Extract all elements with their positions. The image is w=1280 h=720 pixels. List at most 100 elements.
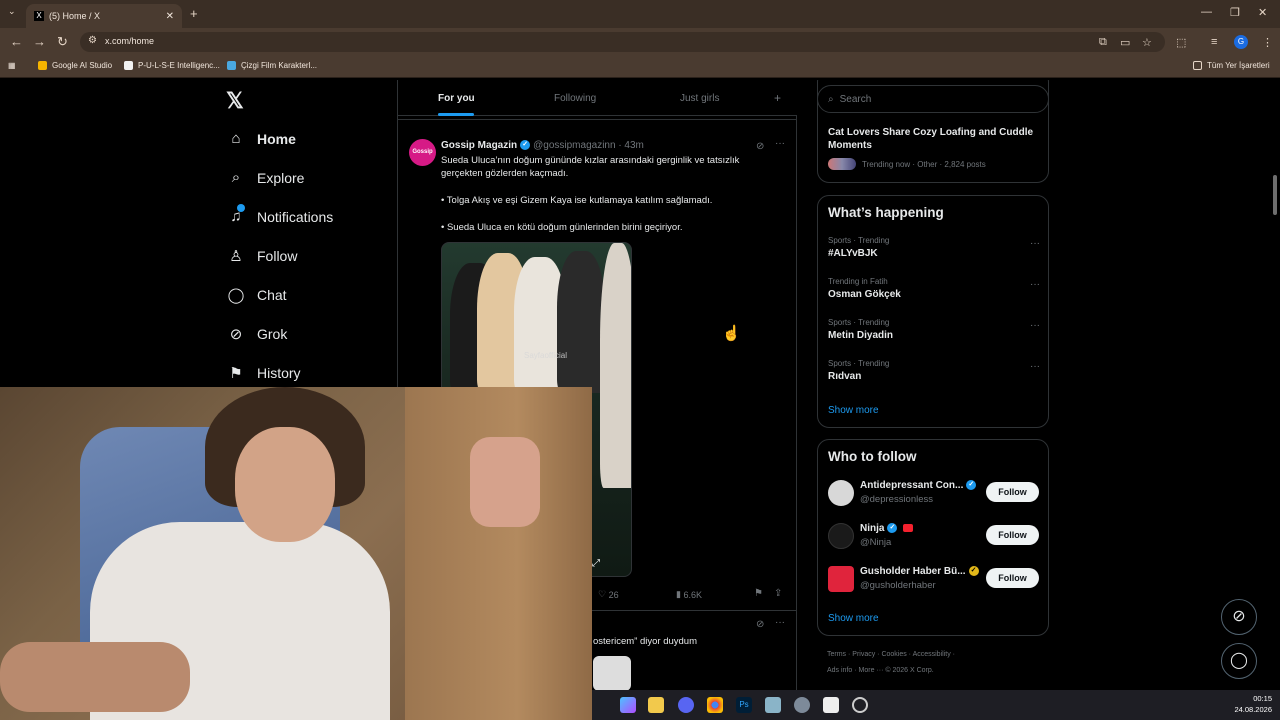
menu-icon[interactable]: ⋮ (1262, 36, 1273, 49)
post-image[interactable] (593, 656, 631, 690)
app-icon[interactable] (823, 697, 839, 713)
folder-icon (1193, 61, 1202, 70)
trend-item[interactable]: Sports · Trending #ALYvBJK ··· (828, 236, 1040, 259)
follow-suggestion[interactable]: Antidepressant Con... ✓ @depressionless F… (828, 478, 1040, 510)
chrome-icon[interactable] (707, 697, 723, 713)
minimize-icon[interactable]: — (1201, 6, 1212, 18)
scrollbar-thumb[interactable] (1273, 175, 1277, 215)
more-options-icon[interactable]: ··· (1030, 320, 1040, 331)
image-watermark: Sayfaofficial (524, 351, 567, 360)
bookmark-star-icon[interactable]: ☆ (1142, 36, 1152, 49)
copilot-icon[interactable] (620, 697, 636, 713)
grok-fab-icon[interactable]: ⊘ (1221, 599, 1257, 635)
nav-history[interactable]: ⚑ History (227, 364, 300, 382)
x-logo-icon[interactable]: 𝕏 (226, 88, 244, 114)
verified-org-icon: ✓ (968, 566, 979, 577)
bookmark-post-icon[interactable]: ⚑ (754, 588, 763, 599)
apps-icon[interactable]: ▦ (8, 61, 16, 70)
follow-button[interactable]: Follow (986, 525, 1039, 545)
reload-icon[interactable]: ↻ (57, 34, 68, 50)
nav-grok[interactable]: ⊘ Grok (227, 325, 288, 343)
browser-tab[interactable]: X (5) Home / X ✕ (26, 4, 182, 28)
url-text: x.com/home (105, 36, 155, 46)
footer-links[interactable]: Ads info · More ··· © 2026 X Corp. (827, 667, 934, 674)
discord-icon[interactable] (678, 697, 694, 713)
messages-fab-icon[interactable]: ◯ (1221, 643, 1257, 679)
browser-toolbar: ← → ↻ ⚙ x.com/home ⧉ ▭ ☆ ⬚ ≡ G ⋮ (0, 28, 1280, 56)
bookmark-icon: ⚑ (229, 365, 243, 382)
show-more-link[interactable]: Show more (828, 613, 879, 624)
mouse-cursor-icon: ☝ (722, 325, 741, 342)
grok-explain-icon[interactable]: ⊘ (756, 619, 764, 630)
tab-for-you[interactable]: For you (438, 93, 475, 104)
nav-explore[interactable]: ⌕ Explore (227, 169, 305, 186)
reading-list-icon[interactable]: ≡ (1211, 36, 1217, 48)
footer-links[interactable]: Terms · Privacy · Cookies · Accessibilit… (827, 651, 955, 658)
avatar[interactable] (828, 480, 854, 506)
avatar[interactable] (828, 523, 854, 549)
follow-suggestion[interactable]: Gusholder Haber Bü... ✓ @gusholderhaber F… (828, 564, 1040, 596)
settings-icon[interactable] (794, 697, 810, 713)
bookmark-item[interactable]: Google AI Studio (38, 61, 112, 70)
views-button[interactable]: ▮ 6.6K (676, 589, 702, 600)
tab-just-girls[interactable]: Just girls (680, 93, 719, 104)
forward-icon[interactable]: → (33, 34, 46, 49)
bookmark-item[interactable]: P-U-L-S-E Intelligenc... (124, 61, 220, 70)
maximize-icon[interactable]: ❐ (1230, 6, 1240, 19)
chat-bubble-icon: ◯ (227, 287, 245, 304)
trend-item[interactable]: Trending in Fatih Osman Gökçek ··· (828, 277, 1040, 300)
nav-home[interactable]: ⌂ Home (227, 130, 295, 147)
avatar[interactable] (828, 566, 854, 592)
all-bookmarks[interactable]: Tüm Yer İşaretleri (1193, 61, 1270, 70)
follow-button[interactable]: Follow (986, 568, 1039, 588)
back-icon[interactable]: ← (10, 34, 23, 49)
site-info-icon[interactable]: ⚙ (88, 35, 97, 46)
show-more-link[interactable]: Show more (828, 405, 879, 416)
fullscreen-icon[interactable]: ⤢ (592, 558, 600, 569)
post-author[interactable]: Gossip Magazin ✓ @gossipmagazinn · 43m (441, 140, 644, 151)
bookmark-item[interactable]: Çizgi Film Karakterl... (227, 61, 317, 70)
close-tab-icon[interactable]: ✕ (166, 11, 174, 22)
trend-item[interactable]: Sports · Trending Rıdvan ··· (828, 359, 1040, 382)
profile-avatar[interactable]: G (1234, 35, 1248, 49)
follow-suggestion[interactable]: Ninja ✓ @Ninja Follow (828, 521, 1040, 553)
system-clock[interactable]: 00:15 24.08.2026 (1222, 693, 1272, 715)
more-options-icon[interactable]: ··· (1030, 238, 1040, 249)
follow-button[interactable]: Follow (986, 482, 1039, 502)
file-explorer-icon[interactable] (648, 697, 664, 713)
tab-following[interactable]: Following (554, 93, 596, 104)
share-icon[interactable]: ⇪ (774, 588, 782, 599)
app-icon[interactable] (852, 697, 868, 713)
more-options-icon[interactable]: ··· (1030, 279, 1040, 290)
more-options-icon[interactable]: ··· (1030, 361, 1040, 372)
notification-badge (237, 204, 245, 212)
close-window-icon[interactable]: ✕ (1258, 6, 1267, 19)
nav-chat[interactable]: ◯ Chat (227, 286, 287, 304)
photoshop-icon[interactable]: Ps (736, 697, 752, 713)
translate-icon[interactable]: ⧉ (1099, 36, 1107, 49)
extensions-icon[interactable]: ⬚ (1176, 36, 1186, 49)
trending-now-card[interactable]: Cat Lovers Share Cozy Loafing and Cuddle… (817, 80, 1049, 183)
like-button[interactable]: ♡ 26 (598, 589, 619, 600)
search-icon: ⌕ (231, 169, 241, 186)
nav-follow[interactable]: ♙ Follow (227, 247, 297, 265)
more-options-icon[interactable]: ··· (775, 138, 785, 149)
post-text: ostericem” diyor duydum (593, 636, 698, 647)
person-add-icon: ♙ (229, 248, 243, 265)
grok-explain-icon[interactable]: ⊘ (756, 141, 764, 152)
trend-item[interactable]: Sports · Trending Metin Diyadin ··· (828, 318, 1040, 341)
verified-icon: ✓ (966, 480, 977, 491)
nav-notifications[interactable]: ♫ Notifications (227, 204, 333, 225)
avatar-stack (828, 158, 856, 170)
more-options-icon[interactable]: ··· (775, 617, 785, 628)
new-tab-icon[interactable]: + (190, 6, 198, 21)
scrollbar[interactable] (1270, 80, 1280, 690)
avatar[interactable]: Gossip (409, 139, 436, 166)
address-bar[interactable]: ⚙ x.com/home (80, 32, 1165, 52)
network-app-icon[interactable] (765, 697, 781, 713)
post-text: • Sueda Uluca en kötü doğum günlerinden … (441, 222, 683, 233)
add-tab-icon[interactable]: + (774, 91, 781, 105)
tab-search-icon[interactable]: ⌄ (8, 6, 16, 17)
cast-icon[interactable]: ▭ (1120, 36, 1130, 49)
bookmark-favicon-icon (227, 61, 236, 70)
